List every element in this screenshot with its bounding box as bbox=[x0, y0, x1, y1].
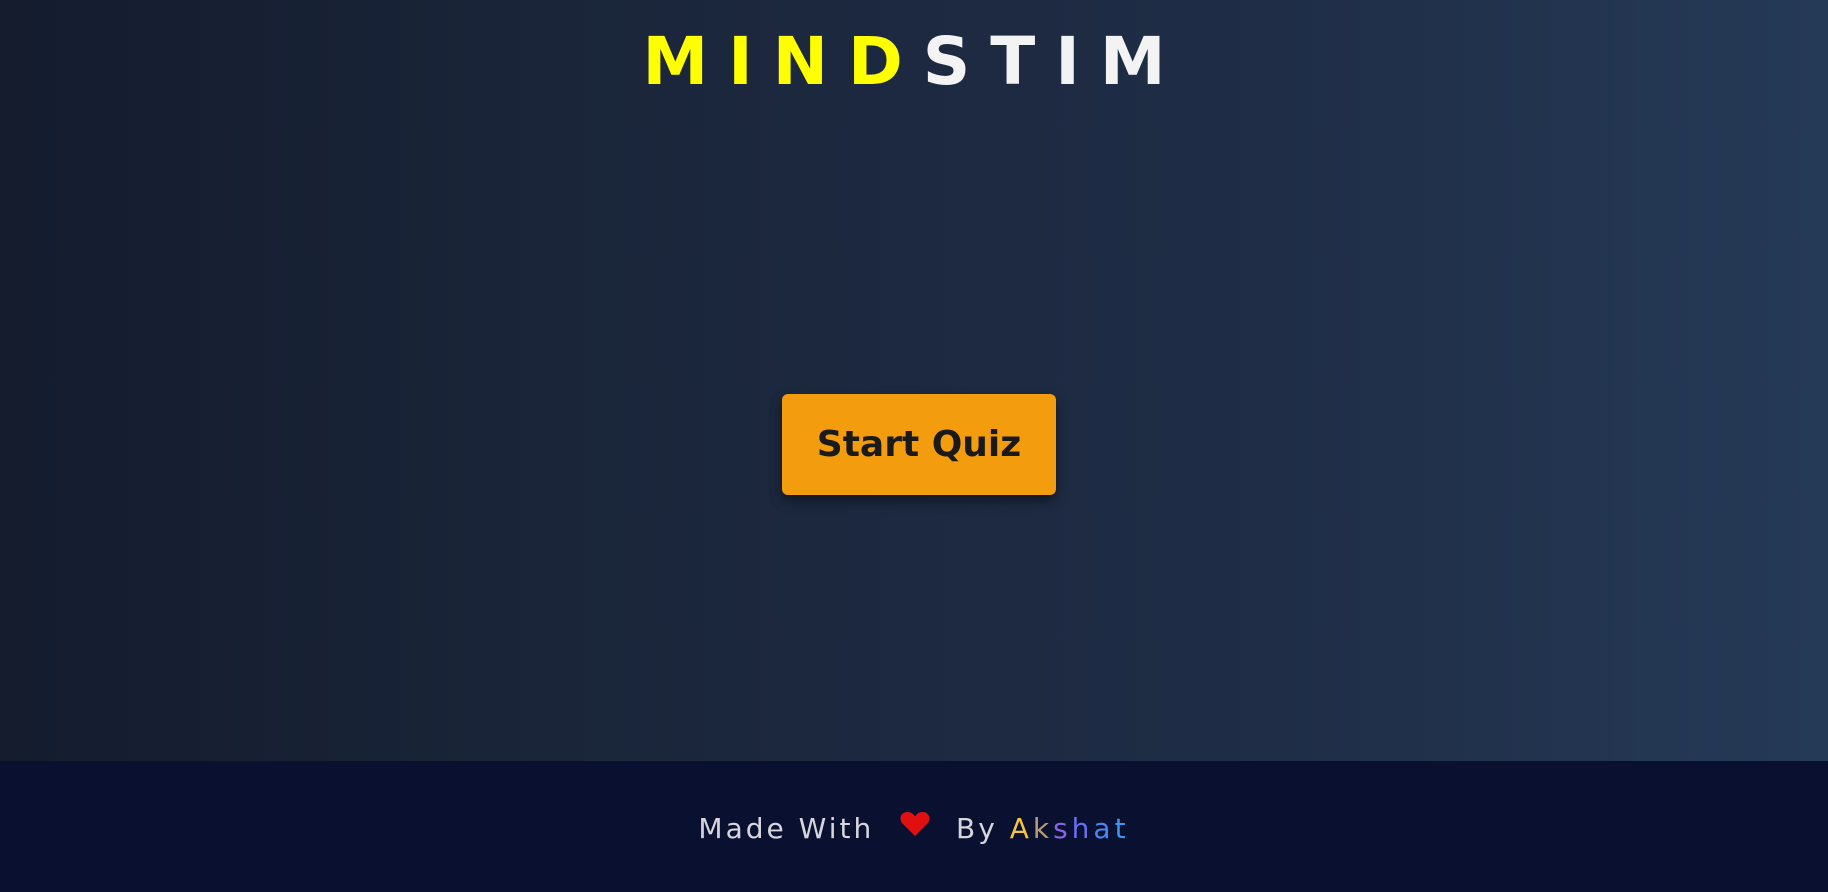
footer-credit: Made With By Akshat bbox=[0, 810, 1828, 850]
author-letter: t bbox=[1114, 812, 1130, 845]
author-letter: a bbox=[1093, 812, 1115, 845]
author-letter: A bbox=[1009, 812, 1033, 845]
made-with-text: Made With bbox=[698, 812, 875, 845]
start-quiz-button[interactable]: Start Quiz bbox=[782, 394, 1056, 495]
logo: MINDSTIM bbox=[0, 24, 1828, 100]
by-text: By bbox=[956, 812, 998, 845]
logo-stim: STIM bbox=[922, 23, 1186, 100]
author-name: Akshat bbox=[1010, 812, 1130, 845]
author-letter: k bbox=[1032, 812, 1054, 845]
logo-mind: MIND bbox=[642, 23, 923, 100]
main-section: MINDSTIM Start Quiz bbox=[0, 0, 1828, 761]
heart-icon bbox=[900, 810, 930, 846]
author-letter: h bbox=[1071, 812, 1094, 845]
author-letter: s bbox=[1053, 812, 1072, 845]
